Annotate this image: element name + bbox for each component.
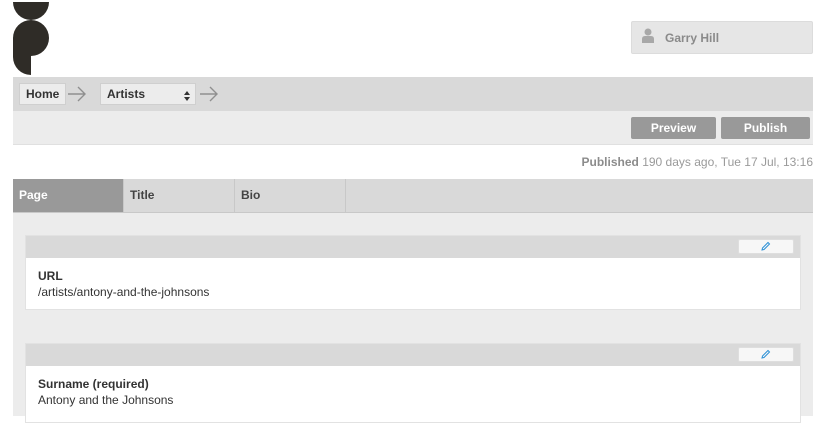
field-url: URL /artists/antony-and-the-johnsons [25,235,801,310]
field-header [26,236,800,258]
arrow-right-icon [198,84,220,104]
tab-title[interactable]: Title [124,179,235,212]
tab-bar: Page Title Bio [13,179,813,213]
publish-status: Published 190 days ago, Tue 17 Jul, 13:1… [582,155,813,169]
arrow-right-icon [66,84,88,104]
publish-button[interactable]: Publish [721,117,810,139]
field-surname: Surname (required) Antony and the Johnso… [25,343,801,423]
user-menu[interactable]: Garry Hill [631,21,813,54]
breadcrumb: Home Artists [13,77,813,111]
pencil-icon [761,238,771,256]
user-icon [642,28,654,48]
publish-status-detail: 190 days ago, Tue 17 Jul, 13:16 [638,155,813,169]
breadcrumb-home[interactable]: Home [19,83,67,105]
field-header [26,344,800,366]
section-select-value: Artists [107,87,146,101]
field-label: Surname (required) [38,377,149,391]
field-label: URL [38,269,63,283]
tab-content: URL /artists/antony-and-the-johnsons Sur… [13,213,813,423]
section-select[interactable]: Artists [100,83,196,105]
field-value: Antony and the Johnsons [38,393,174,407]
preview-button[interactable]: Preview [631,117,716,139]
edit-url-button[interactable] [738,239,794,254]
select-arrows-icon [184,88,190,101]
publish-status-label: Published [581,155,639,169]
tab-page[interactable]: Page [13,179,124,212]
site-logo[interactable] [13,0,51,75]
action-bar: Preview Publish [13,111,813,145]
edit-surname-button[interactable] [738,347,794,362]
tab-bio[interactable]: Bio [235,179,346,212]
pencil-icon [761,346,771,364]
field-value: /artists/antony-and-the-johnsons [38,285,210,299]
user-name: Garry Hill [665,30,720,45]
